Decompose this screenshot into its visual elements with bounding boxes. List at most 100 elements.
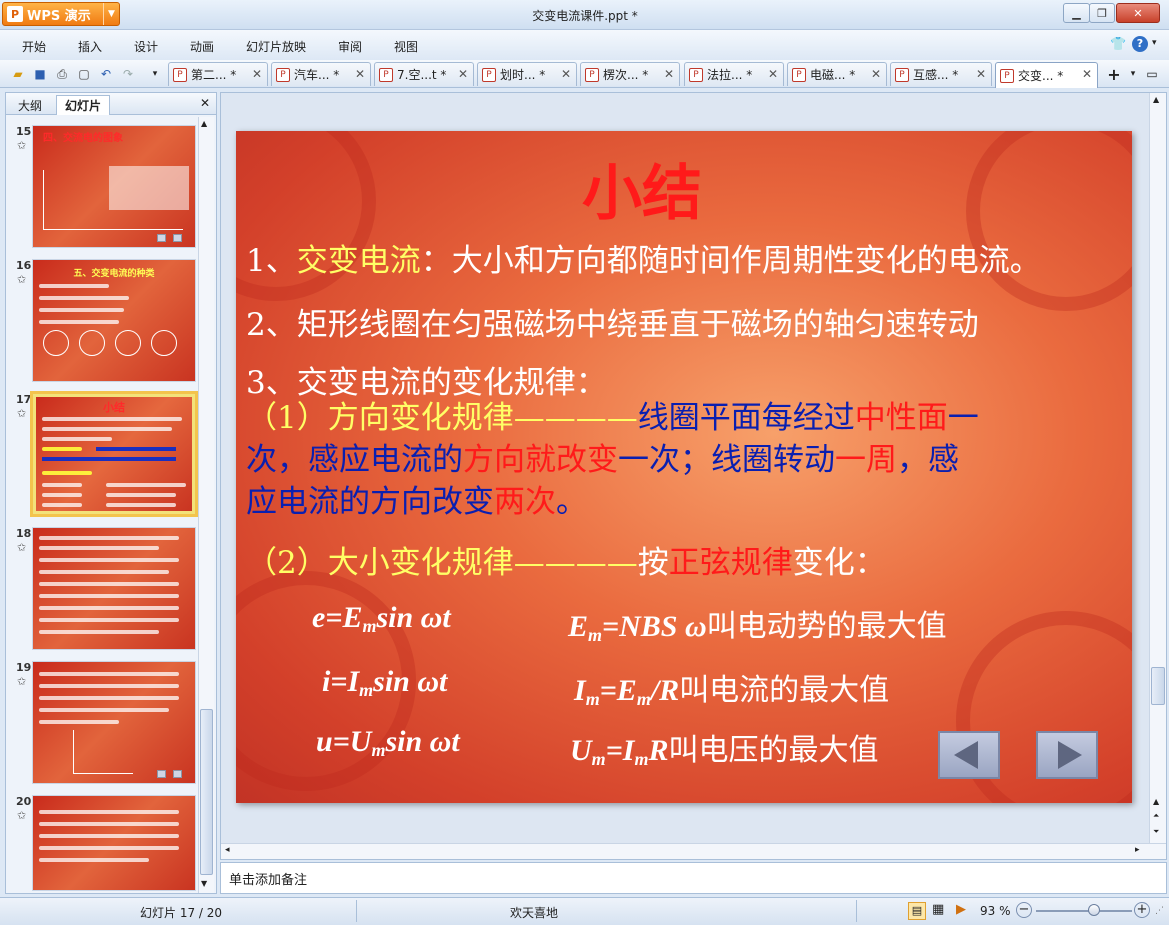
doc-tab-5[interactable]: P 楞次... * ✕	[580, 62, 680, 86]
slide-thumbnail-15[interactable]: 四、交流电的图象	[32, 125, 196, 248]
close-tab-icon[interactable]: ✕	[561, 67, 571, 81]
slide-thumbnail-19[interactable]	[32, 661, 196, 784]
menu-insert[interactable]: 插入	[78, 38, 102, 55]
doc-tab-7[interactable]: P 电磁... * ✕	[787, 62, 887, 86]
minimize-button[interactable]: ▁	[1063, 3, 1090, 23]
print-preview-icon[interactable]: ▢	[75, 65, 93, 83]
thumb-number: 19	[16, 661, 32, 674]
scroll-left-icon[interactable]: ◂	[225, 845, 230, 855]
ppt-file-icon: P	[482, 67, 496, 82]
divider	[356, 900, 357, 922]
slide-thumbnail-18[interactable]	[32, 527, 196, 650]
app-menu-button[interactable]: P WPS 演示 ▼	[2, 2, 120, 26]
skin-icon[interactable]: 👕	[1110, 37, 1126, 52]
quick-access-toolbar: ▰ ■ ⎙ ▢ ↶ ↷ ▾ P 第二... * ✕ P 汽车... * ✕ P 7.空..…	[0, 60, 1169, 88]
close-tab-icon[interactable]: ✕	[976, 67, 986, 81]
menu-review[interactable]: 审阅	[338, 38, 362, 55]
maximize-button[interactable]: ❐	[1089, 3, 1115, 23]
slide-sorter-icon[interactable]: ▦	[932, 902, 944, 917]
slide-title: 小结	[582, 159, 702, 229]
notes-placeholder: 单击添加备注	[229, 873, 308, 888]
scroll-thumb[interactable]	[1151, 667, 1165, 705]
doc-tab-4[interactable]: P 划时... * ✕	[477, 62, 577, 86]
open-folder-icon[interactable]: ▰	[9, 65, 27, 83]
close-tab-icon[interactable]: ✕	[252, 67, 262, 81]
thumb-number: 15	[16, 125, 32, 138]
chevron-down-icon[interactable]: ▾	[1124, 65, 1142, 83]
help-icon[interactable]: ?	[1132, 36, 1148, 52]
triangle-left-icon	[954, 741, 978, 769]
scroll-up-icon[interactable]: ▲	[1153, 95, 1159, 104]
chevron-down-icon[interactable]: ▾	[146, 65, 164, 83]
thumbnails-scrollbar[interactable]: ▲ ▼	[198, 117, 214, 893]
redo-icon[interactable]: ↷	[119, 65, 137, 83]
previous-slide-icon[interactable]: ⏶	[1153, 811, 1159, 821]
tab-list-icon[interactable]: ▭	[1143, 65, 1161, 83]
close-panel-icon[interactable]: ✕	[200, 96, 210, 110]
slideshow-icon[interactable]: ▶	[956, 902, 966, 917]
menu-design[interactable]: 设计	[134, 38, 158, 55]
thumb-wave-icon	[115, 330, 141, 356]
menu-animation[interactable]: 动画	[190, 38, 214, 55]
ppt-file-icon: P	[792, 67, 806, 82]
point-3: 3、交变电流的变化规律：	[246, 365, 607, 401]
next-slide-icon[interactable]: ⏷	[1153, 827, 1159, 837]
close-icon: ✕	[1133, 6, 1143, 20]
animation-star-icon: ✩	[17, 273, 27, 286]
scroll-right-icon[interactable]: ▸	[1135, 845, 1140, 855]
menu-view[interactable]: 视图	[394, 38, 418, 55]
close-tab-icon[interactable]: ✕	[355, 67, 365, 81]
ppt-file-icon: P	[585, 67, 599, 82]
doc-tab-6[interactable]: P 法拉... * ✕	[684, 62, 784, 86]
decor-pattern	[966, 131, 1132, 311]
doc-tab-8[interactable]: P 互感... * ✕	[890, 62, 992, 86]
thumb-diagram	[109, 166, 189, 210]
slide-prev-button[interactable]	[938, 731, 1000, 779]
scroll-thumb[interactable]	[200, 709, 213, 875]
close-window-button[interactable]: ✕	[1116, 3, 1160, 23]
print-icon[interactable]: ⎙	[53, 65, 71, 83]
slide-thumbnail-17[interactable]: 小结	[30, 391, 198, 517]
next-nav-icon	[173, 770, 182, 778]
formula-emf-max: Em=NBS ω叫电动势的最大值	[568, 609, 947, 645]
edit-vertical-scrollbar[interactable]: ▲ ▲ ⏶ ⏷	[1149, 93, 1166, 843]
doc-tab-1[interactable]: P 第二... * ✕	[168, 62, 268, 86]
point-1: 1、交变电流：大小和方向都随时间作周期性变化的电流。	[246, 243, 1041, 279]
ppt-file-icon: P	[689, 67, 703, 82]
tab-outline[interactable]: 大纲	[10, 95, 50, 115]
slide-thumbnail-20[interactable]	[32, 795, 196, 891]
save-icon[interactable]: ■	[31, 65, 49, 83]
formula-voltage-max: Um=ImR叫电压的最大值	[570, 733, 879, 769]
app-name: WPS 演示	[27, 8, 91, 24]
doc-tab-active[interactable]: P 交变... * ✕	[995, 62, 1098, 88]
animation-star-icon: ✩	[17, 407, 27, 420]
close-tab-icon[interactable]: ✕	[664, 67, 674, 81]
edit-horizontal-scrollbar[interactable]: ◂ ▸	[221, 843, 1166, 859]
tab-slides[interactable]: 幻灯片	[56, 95, 111, 115]
zoom-out-icon[interactable]: −	[1016, 902, 1032, 918]
menu-slideshow[interactable]: 幻灯片放映	[246, 38, 306, 55]
scroll-up-icon[interactable]: ▲	[201, 119, 207, 128]
thumb-wave-icon	[79, 330, 105, 356]
wps-presentation-icon: P	[7, 6, 23, 22]
doc-tab-3[interactable]: P 7.空...t * ✕	[374, 62, 474, 86]
close-tab-icon[interactable]: ✕	[458, 67, 468, 81]
close-tab-icon[interactable]: ✕	[871, 67, 881, 81]
slide-thumbnail-16[interactable]: 五、交变电流的种类	[32, 259, 196, 382]
slide-next-button[interactable]	[1036, 731, 1098, 779]
close-tab-icon[interactable]: ✕	[1082, 67, 1092, 81]
restore-icon: ❐	[1097, 6, 1107, 20]
slide-canvas[interactable]: 小结 1、交变电流：大小和方向都随时间作周期性变化的电流。 2、矩形线圈在匀强磁…	[236, 131, 1132, 803]
zoom-in-icon[interactable]: +	[1134, 902, 1150, 918]
close-tab-icon[interactable]: ✕	[768, 67, 778, 81]
doc-tab-2[interactable]: P 汽车... * ✕	[271, 62, 371, 86]
menu-home[interactable]: 开始	[22, 38, 46, 55]
zoom-slider-thumb[interactable]	[1087, 904, 1100, 916]
notes-pane[interactable]: 单击添加备注	[220, 862, 1167, 894]
normal-view-icon[interactable]: ▤	[908, 902, 926, 920]
undo-icon[interactable]: ↶	[97, 65, 115, 83]
scroll-up-icon[interactable]: ▲	[1153, 797, 1159, 806]
scroll-down-icon[interactable]: ▼	[201, 879, 207, 888]
new-tab-icon[interactable]: +	[1103, 65, 1125, 84]
chevron-down-icon[interactable]: ▾	[1152, 38, 1157, 48]
